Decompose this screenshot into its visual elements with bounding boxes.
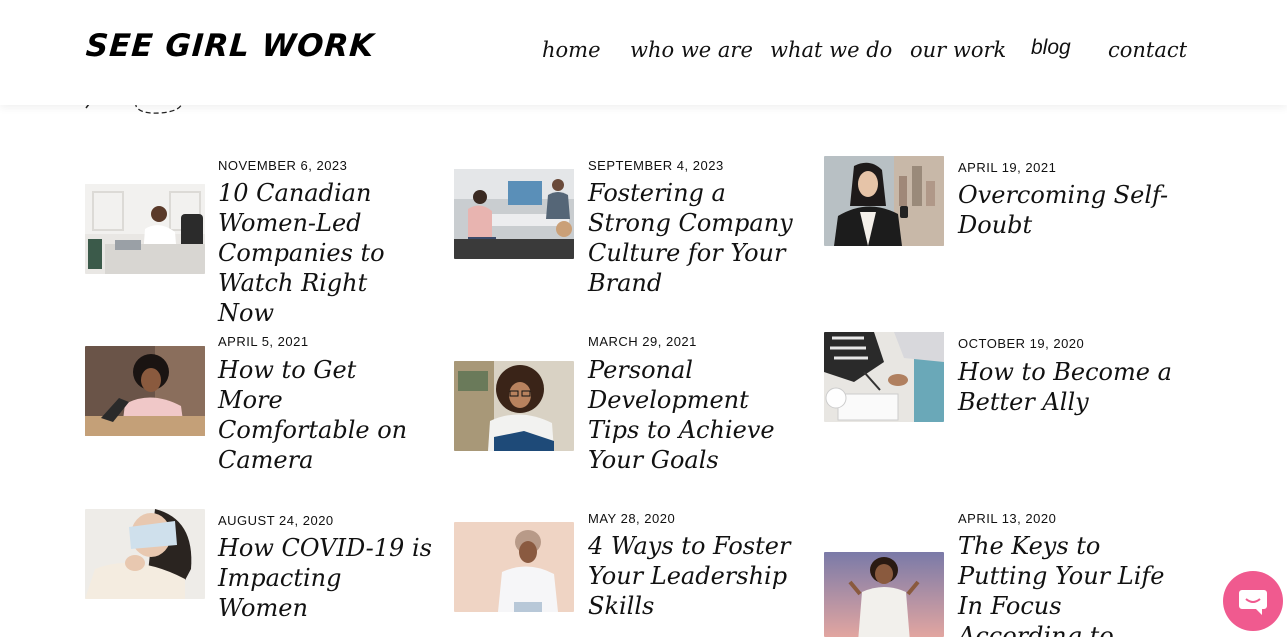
nav-home[interactable]: home xyxy=(542,38,601,62)
nav-who-we-are[interactable]: who we are xyxy=(630,38,753,62)
post-date: MAY 28, 2020 xyxy=(588,511,676,526)
post-title[interactable]: 4 Ways to Foster Your Leadership Skills xyxy=(588,531,798,621)
post-title[interactable]: Personal Development Tips to Achieve You… xyxy=(588,355,798,475)
chat-bubble-icon xyxy=(1239,590,1267,615)
post-thumbnail[interactable] xyxy=(85,346,205,436)
post-date: APRIL 5, 2021 xyxy=(218,334,309,349)
post-date: MARCH 29, 2021 xyxy=(588,334,697,349)
post-date: AUGUST 24, 2020 xyxy=(218,513,334,528)
site-header: SEE GIRL WORK home who we are what we do… xyxy=(0,0,1287,105)
post-thumbnail[interactable] xyxy=(85,184,205,274)
post-title[interactable]: Overcoming Self-Doubt xyxy=(958,180,1173,240)
post-title[interactable]: How to Get More Comfortable on Camera xyxy=(218,355,428,475)
post-thumbnail[interactable] xyxy=(454,169,574,259)
nav-our-work[interactable]: our work xyxy=(910,38,1006,62)
post-thumbnail[interactable] xyxy=(824,156,944,246)
post-thumbnail[interactable] xyxy=(824,552,944,637)
post-title[interactable]: The Keys to Putting Your Life In Focus A… xyxy=(958,531,1173,637)
post-thumbnail[interactable] xyxy=(85,509,205,599)
post-date: SEPTEMBER 4, 2023 xyxy=(588,158,724,173)
post-title[interactable]: How COVID-19 is Impacting Women xyxy=(218,533,433,623)
post-date: APRIL 13, 2020 xyxy=(958,511,1057,526)
post-date: NOVEMBER 6, 2023 xyxy=(218,158,348,173)
nav-blog[interactable]: blog xyxy=(1031,36,1071,60)
nav-contact[interactable]: contact xyxy=(1108,38,1187,62)
post-thumbnail[interactable] xyxy=(454,361,574,451)
post-date: OCTOBER 19, 2020 xyxy=(958,336,1085,351)
post-title[interactable]: Fostering a Strong Company Culture for Y… xyxy=(588,178,803,298)
nav-what-we-do[interactable]: what we do xyxy=(770,38,892,62)
post-thumbnail[interactable] xyxy=(454,522,574,612)
post-title[interactable]: How to Become a Better Ally xyxy=(958,357,1173,417)
post-thumbnail[interactable] xyxy=(824,332,944,422)
main-nav: home who we are what we do our work blog… xyxy=(0,36,1287,68)
post-date: APRIL 19, 2021 xyxy=(958,160,1057,175)
post-title[interactable]: 10 Canadian Women-Led Companies to Watch… xyxy=(218,178,428,328)
chat-button[interactable] xyxy=(1223,571,1283,631)
